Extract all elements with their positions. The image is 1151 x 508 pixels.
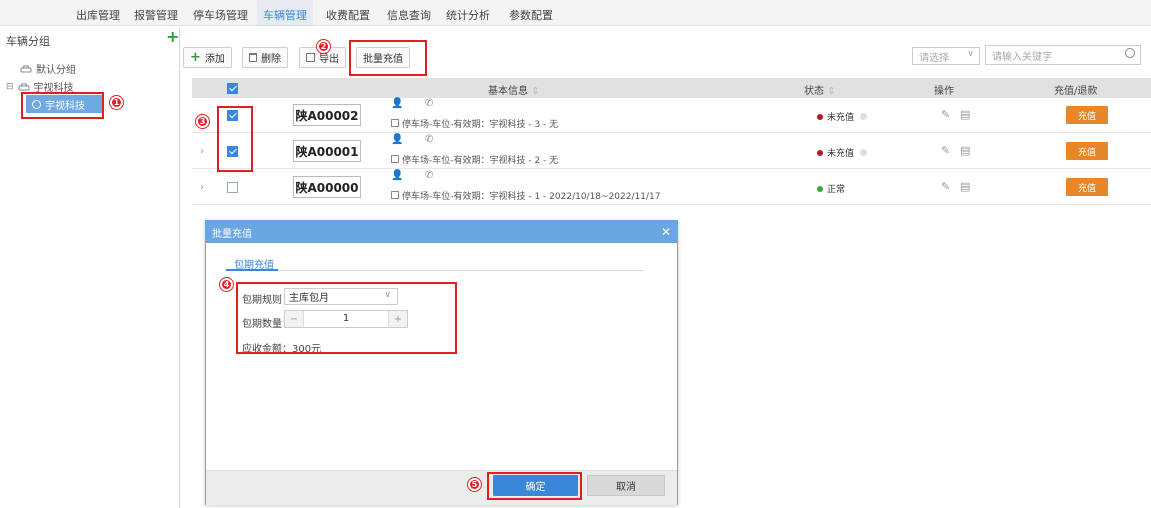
column-header-status[interactable]: 状态 ⇕ [804,82,836,97]
trash-icon[interactable]: ▤ [960,144,970,157]
nav-item-parking-management[interactable]: 停车场管理 [193,7,248,23]
table-row: › 陕A00000 👤 ✆ 停车场-车位-有效期：宇视科技 - 1 - 2022… [192,170,1151,205]
table-row: › 陕A00001 👤 ✆ 停车场-车位-有效期：宇视科技 - 2 - 无 未充… [192,134,1151,169]
highlight-box-2 [349,40,427,76]
recharge-button[interactable]: 充值 [1066,142,1108,160]
column-header-recharge: 充值/退款 [1054,86,1098,97]
calendar-icon [391,191,399,199]
person-icon: 👤 [391,170,404,181]
nav-item-exit-management[interactable]: 出库管理 [76,7,120,23]
nav-item-statistics[interactable]: 统计分析 [446,7,490,23]
step-badge-3: 3 [196,115,209,128]
search-input[interactable]: 请输入关键字 [985,45,1141,65]
plus-icon[interactable]: + [166,27,179,46]
person-icon: 👤 [391,98,404,109]
plate-number: 陕A00000 [293,176,361,198]
trash-icon[interactable]: ▤ [960,180,970,193]
sidebar-item-default-group[interactable]: 默认分组 [20,61,76,76]
batch-recharge-dialog: 批量充值 ✕ 包期充值 包期规则： 主库包月 ∨ 包期数量： − 1 + 应收金… [205,220,678,505]
delete-button-label: 删除 [261,54,281,65]
edit-icon[interactable]: ✎ [941,144,950,157]
cancel-button[interactable]: 取消 [587,475,665,496]
sidebar-item-label: 默认分组 [36,65,76,76]
chevron-down-icon: ∨ [967,49,974,59]
info-icon[interactable] [859,149,867,156]
column-header-actions: 操作 [934,86,954,97]
select-all-checkbox[interactable] [227,83,238,94]
plate-number: 陕A00001 [293,140,361,162]
recharge-button[interactable]: 充值 [1066,106,1108,124]
edit-icon[interactable]: ✎ [941,108,950,121]
sidebar-title: 车辆分组 [6,35,50,48]
step-badge-2: 2 [317,40,330,53]
edit-icon[interactable]: ✎ [941,180,950,193]
person-icon: 👤 [391,134,404,145]
step-badge-4: 4 [220,278,233,291]
highlight-box-4 [236,282,457,354]
step-badge-1: 1 [110,96,123,109]
nav-item-info-query[interactable]: 信息查询 [387,7,431,23]
nav-item-param-config[interactable]: 参数配置 [509,7,553,23]
status-badge: 正常 [817,182,845,195]
search-placeholder: 请输入关键字 [992,51,1052,63]
add-button-label: 添加 [204,54,225,65]
add-button[interactable]: + 添加 [183,47,232,68]
filter-select-placeholder: 请选择 [919,52,949,64]
phone-icon: ✆ [425,170,434,181]
validity-info: 停车场-车位-有效期：宇视科技 - 1 - 2022/10/18~2022/11… [391,189,660,202]
dialog-header: 批量充值 ✕ [206,221,677,243]
close-icon[interactable]: ✕ [661,225,671,239]
status-badge: 未充值 [817,146,867,159]
calendar-icon [391,155,399,163]
calendar-icon [391,119,399,127]
step-badge-5: 5 [468,478,481,491]
validity-info: 停车场-车位-有效期：宇视科技 - 2 - 无 [391,153,558,166]
search-icon[interactable] [1125,48,1135,58]
validity-info: 停车场-车位-有效期：宇视科技 - 3 - 无 [391,117,558,130]
info-icon[interactable] [859,113,867,120]
export-icon [306,53,315,62]
delete-button[interactable]: 删除 [242,47,288,68]
phone-icon: ✆ [425,134,434,145]
highlight-box-5 [487,472,582,500]
table-row: › 陕A00002 👤 ✆ 停车场-车位-有效期：宇视科技 - 3 - 无 未充… [192,98,1151,133]
status-badge: 未充值 [817,110,867,123]
highlight-box-3 [217,106,253,172]
recharge-button[interactable]: 充值 [1066,178,1108,196]
tab-underline [226,269,643,271]
nav-item-alarm-management[interactable]: 报警管理 [134,7,178,23]
collapse-icon[interactable]: ⊟ [6,82,14,92]
expand-icon[interactable]: › [200,182,204,193]
trash-icon [249,53,257,62]
plus-icon: + [190,50,201,65]
sidebar-header: 车辆分组 + [0,27,180,49]
filter-select[interactable]: 请选择 ∨ [912,47,980,65]
plate-number: 陕A00002 [293,104,361,126]
car-icon [18,83,30,90]
nav-item-fee-config[interactable]: 收费配置 [326,7,370,23]
phone-icon: ✆ [425,98,434,109]
car-icon [20,65,32,72]
dialog-title: 批量充值 [212,228,252,240]
table-header: 基本信息 ⇕ 状态 ⇕ 操作 充值/退款 [192,78,1151,98]
trash-icon[interactable]: ▤ [960,108,970,121]
nav-item-vehicle-management[interactable]: 车辆管理 [257,0,313,26]
top-nav: 出库管理 报警管理 停车场管理 车辆管理 收费配置 信息查询 统计分析 参数配置 [0,0,1151,26]
row-checkbox[interactable] [227,182,238,193]
column-header-basic-info[interactable]: 基本信息 ⇕ [488,82,540,97]
expand-icon[interactable]: › [200,146,204,157]
highlight-box-1 [21,92,104,119]
